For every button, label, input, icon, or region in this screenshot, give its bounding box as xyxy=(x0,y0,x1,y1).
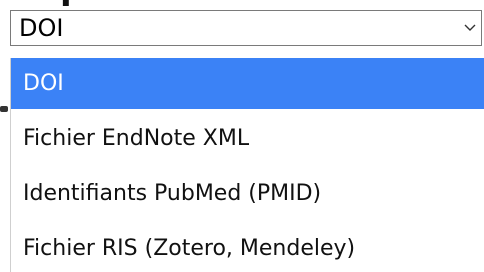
option-endnote-xml[interactable]: Fichier EndNote XML xyxy=(11,113,484,164)
import-source-dialog: p DOI DOI Fichier EndNote XML Identifian… xyxy=(0,0,484,272)
chevron-down-icon-svg xyxy=(464,24,476,31)
chevron-down-icon[interactable] xyxy=(459,11,481,45)
format-options-list: DOI Fichier EndNote XML Identifiants Pub… xyxy=(10,58,484,272)
select-current-value: DOI xyxy=(19,14,64,42)
option-pubmed-pmid[interactable]: Identifiants PubMed (PMID) xyxy=(11,168,484,219)
clipped-heading-glyph: p xyxy=(60,0,84,6)
edge-marker xyxy=(0,106,8,112)
import-format-select[interactable]: DOI xyxy=(10,10,482,46)
option-ris-file[interactable]: Fichier RIS (Zotero, Mendeley) xyxy=(11,223,484,272)
option-doi[interactable]: DOI xyxy=(11,58,484,109)
clipped-heading: p xyxy=(60,0,120,6)
